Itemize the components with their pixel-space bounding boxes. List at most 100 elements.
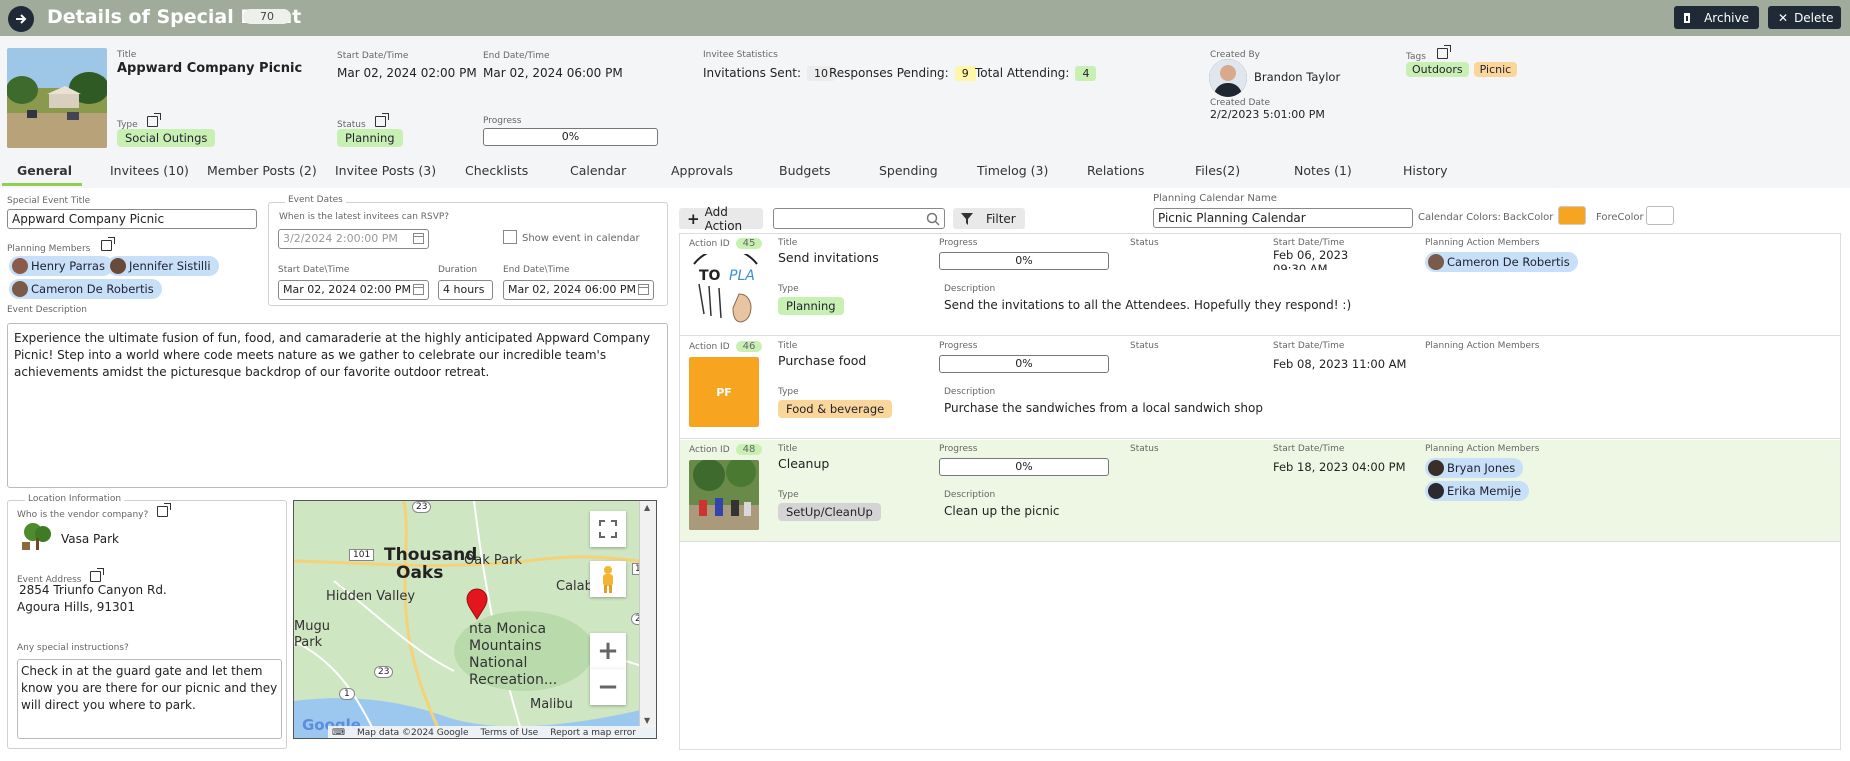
created-by-label: Created By [1210, 50, 1260, 60]
member-chip-bryan[interactable]: Bryan Jones [1425, 458, 1524, 478]
type-pill: Social Outings [117, 129, 216, 147]
scroll-down-icon[interactable]: ▼ [644, 716, 650, 725]
vendor-name[interactable]: Vasa Park [61, 532, 119, 546]
event-image [7, 48, 107, 148]
calendar-icon[interactable] [413, 284, 424, 295]
start-label: Start Date/Time [337, 51, 409, 61]
edit-type-icon[interactable] [146, 113, 161, 127]
tab-files[interactable]: Files(2) [1195, 163, 1240, 178]
pegman-icon [603, 566, 613, 593]
action-start-label: Start Date/Time [1273, 444, 1345, 454]
location-map[interactable]: Thousand Oaks Oak Park Hidden Valley Cal… [293, 500, 657, 739]
location-legend: Location Information [25, 494, 125, 504]
action-title: Cleanup [778, 456, 830, 471]
terms-link[interactable]: Terms of Use [481, 728, 539, 738]
member-chip-erika[interactable]: Erika Memije [1425, 481, 1530, 501]
tab-calendar[interactable]: Calendar [570, 163, 626, 178]
calendar-icon[interactable] [638, 284, 649, 295]
event-title-label: Special Event Title [7, 196, 91, 206]
fullscreen-button[interactable] [590, 511, 626, 547]
start-datetime-label: Start Date\Time [278, 265, 350, 275]
planning-members-label: Planning Members [7, 237, 116, 254]
rsvp-date-field[interactable]: 3/2/2024 2:00:00 PM [278, 229, 429, 249]
zoom-in-button[interactable]: + [590, 633, 626, 669]
duration-label: Duration [438, 265, 478, 275]
member-chip-cameron[interactable]: Cameron De Robertis [1425, 252, 1578, 272]
event-count-badge: 70 [243, 9, 291, 24]
route-badge: 1 [339, 688, 355, 700]
route-badge: 23 [412, 501, 432, 513]
action-search-input[interactable] [773, 208, 945, 229]
tab-checklists[interactable]: Checklists [465, 163, 528, 178]
map-label-malibu: Malibu [530, 697, 573, 712]
edit-vendor-icon[interactable] [157, 503, 172, 517]
edit-address-icon[interactable] [90, 568, 105, 582]
member-chip-jennifer[interactable]: Jennifer Sistilli [107, 256, 219, 276]
map-footer: ⌨ Map data ©2024 Google Terms of Use Rep… [328, 726, 656, 738]
action-row[interactable]: Action ID 48 Title Cleanup Type SetUp/Cle… [680, 440, 1840, 542]
action-type-pill: Planning [778, 297, 844, 315]
avatar [12, 281, 28, 297]
instructions-field[interactable]: Check in at the guard gate and let them … [17, 659, 282, 739]
tab-member-posts[interactable]: Member Posts (2) [207, 163, 317, 178]
action-start-value: Feb 08, 2023 11:00 AM [1273, 357, 1407, 371]
action-id-label: Action ID 46 [689, 341, 763, 352]
end-datetime-field[interactable]: Mar 02, 2024 06:00 PM [503, 280, 654, 300]
action-progress-label: Progress [939, 444, 978, 454]
show-calendar-checkbox[interactable] [503, 230, 517, 244]
svg-text:PLA: PLA [729, 268, 755, 284]
creator-name: Brandon Taylor [1254, 70, 1341, 84]
delete-button[interactable]: ✕ Delete [1768, 6, 1841, 29]
action-title: Purchase food [778, 353, 867, 368]
close-icon: ✕ [1778, 10, 1789, 25]
filter-button[interactable]: Filter [953, 208, 1025, 229]
report-error-link[interactable]: Report a map error [550, 728, 636, 738]
edit-status-icon[interactable] [374, 113, 389, 127]
archive-button[interactable]: Archive [1674, 6, 1759, 29]
action-members-label: Planning Action Members [1425, 238, 1540, 248]
action-title-label: Title [778, 444, 798, 454]
zoom-out-button[interactable]: − [590, 669, 626, 705]
keyboard-icon[interactable]: ⌨ [332, 728, 345, 738]
action-id-label: Action ID 48 [689, 444, 763, 455]
responses-pending: Responses Pending: 9 [829, 66, 976, 81]
action-row[interactable]: Action ID 45 TO PLA Title Send invitations… [680, 234, 1840, 336]
scroll-up-icon[interactable]: ▲ [644, 503, 650, 512]
tab-general[interactable]: General [17, 163, 72, 178]
end-datetime-label: End Date\Time [503, 265, 570, 275]
rsvp-label: When is the latest invitees can RSVP? [279, 212, 450, 222]
tab-notes[interactable]: Notes (1) [1294, 163, 1352, 178]
start-datetime-field[interactable]: Mar 02, 2024 02:00 PM [278, 280, 429, 300]
backcolor-swatch[interactable] [1558, 206, 1586, 225]
tab-invitee-posts[interactable]: Invitee Posts (3) [335, 163, 436, 178]
tab-history[interactable]: History [1403, 163, 1447, 178]
action-image [689, 460, 759, 530]
action-members-label: Planning Action Members [1425, 444, 1540, 454]
tab-spending[interactable]: Spending [879, 163, 938, 178]
created-date-value: 2/2/2023 5:01:00 PM [1210, 108, 1325, 121]
tab-budgets[interactable]: Budgets [779, 163, 830, 178]
street-view-button[interactable] [590, 561, 626, 597]
event-description-field[interactable]: Experience the ultimate fusion of fun, f… [7, 323, 668, 488]
avatar [1428, 460, 1444, 476]
member-chip-henry[interactable]: Henry Parras [9, 256, 113, 276]
tab-relations[interactable]: Relations [1087, 163, 1144, 178]
duration-field[interactable]: 4 hours [438, 280, 493, 300]
tab-invitees[interactable]: Invitees (10) [110, 163, 189, 178]
tab-timelog[interactable]: Timelog (3) [977, 163, 1048, 178]
action-row[interactable]: Action ID 46 PF Title Purchase food Type … [680, 337, 1840, 439]
calendar-icon[interactable] [413, 233, 424, 244]
add-action-button[interactable]: + Add Action [679, 205, 763, 233]
edit-members-icon[interactable] [101, 237, 116, 251]
forecolor-label: ForeColor [1596, 212, 1644, 223]
map-scrollbar[interactable]: ▲ ▼ [639, 501, 656, 727]
forecolor-swatch[interactable] [1646, 206, 1674, 225]
event-title-field[interactable]: Appward Company Picnic [7, 209, 257, 229]
back-button[interactable] [8, 6, 34, 32]
calendar-name-field[interactable]: Picnic Planning Calendar [1153, 208, 1413, 228]
edit-tags-icon[interactable] [1436, 45, 1451, 59]
member-chip-cameron[interactable]: Cameron De Robertis [9, 279, 162, 299]
action-type-label: Type [778, 284, 799, 294]
header-bar: Details of Special Event 70 Archive ✕ De… [0, 0, 1850, 36]
tab-approvals[interactable]: Approvals [671, 163, 733, 178]
